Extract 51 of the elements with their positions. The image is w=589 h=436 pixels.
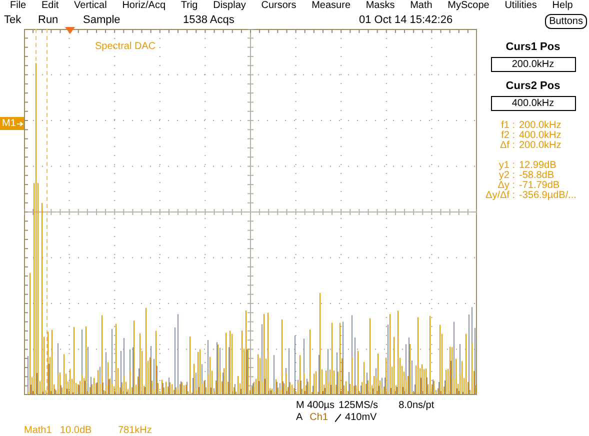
menu-item[interactable]: Math xyxy=(410,1,432,12)
trigger-position-icon xyxy=(65,27,75,34)
cursor-label: Curs1 Pos xyxy=(506,42,560,53)
date-time: 01 Oct 14 15:42:26 xyxy=(359,14,453,26)
arrow-icon xyxy=(16,120,24,126)
menu-item[interactable]: Horiz/Acq xyxy=(122,1,166,12)
math-marker: M1 xyxy=(0,117,24,130)
menu-item[interactable]: Vertical xyxy=(74,1,107,12)
math-scale: 10.0dB xyxy=(60,426,93,436)
trigger-source: Ch1 xyxy=(310,413,328,423)
readout-value: 12.99dB xyxy=(519,161,556,171)
readout-value: -58.8dB xyxy=(519,171,554,181)
record-resolution: 8.0ns/pt xyxy=(398,401,434,411)
readout-label: Δy : xyxy=(498,181,516,191)
readout-value: 200.0kHz xyxy=(519,121,562,131)
cursor-position-field[interactable]: 400.0kHz xyxy=(490,96,576,111)
readout-value: -356.9µdB/... xyxy=(519,191,576,201)
sample-rate: 125MS/s xyxy=(338,401,380,411)
run-state: Run xyxy=(38,14,60,26)
menu-item[interactable]: Measure xyxy=(312,1,350,12)
math-span: 781kHz xyxy=(118,426,152,436)
math-channel: Math1 xyxy=(24,426,53,436)
menu-item[interactable]: Masks xyxy=(366,1,395,12)
buttons-button[interactable]: Buttons xyxy=(545,14,587,30)
readout-label: Δy/Δf : xyxy=(484,191,516,201)
acquisition-mode: Sample xyxy=(83,14,122,26)
cursor-label: Curs2 Pos xyxy=(506,81,560,92)
brand-label: Tek xyxy=(4,14,22,26)
horizontal-scale: M 400µs xyxy=(296,401,335,411)
rising-slope-icon xyxy=(335,414,342,422)
readout-value: 400.0kHz xyxy=(519,131,562,141)
readout-label: y2 : xyxy=(498,171,516,181)
trace-label: Spectral DAC xyxy=(95,42,156,52)
trigger-mode: A xyxy=(296,413,303,423)
menu-item[interactable]: File xyxy=(10,1,26,12)
menu-item[interactable]: Edit xyxy=(41,1,59,12)
menu-item[interactable]: Cursors xyxy=(261,1,296,12)
readout-label: y1 : xyxy=(498,161,516,171)
acquisition-count: 1538 Acqs xyxy=(183,14,236,26)
readout-label: f2 : xyxy=(501,131,516,141)
menu-item[interactable]: Display xyxy=(213,1,246,12)
readout-value: 200.0kHz xyxy=(519,141,562,151)
trigger-level: 410mV xyxy=(345,413,377,423)
readout-label: f1 : xyxy=(500,121,516,131)
menu-item[interactable]: Trig xyxy=(180,1,198,12)
readout-label: Δf : xyxy=(498,141,516,151)
menu-item[interactable]: Utilities xyxy=(504,1,537,12)
readout-value: -71.79dB xyxy=(519,181,560,191)
cursor-position-field[interactable]: 200.0kHz xyxy=(490,57,576,72)
menu-item[interactable]: Help xyxy=(552,1,573,12)
menu-item[interactable]: MyScope xyxy=(448,1,490,12)
